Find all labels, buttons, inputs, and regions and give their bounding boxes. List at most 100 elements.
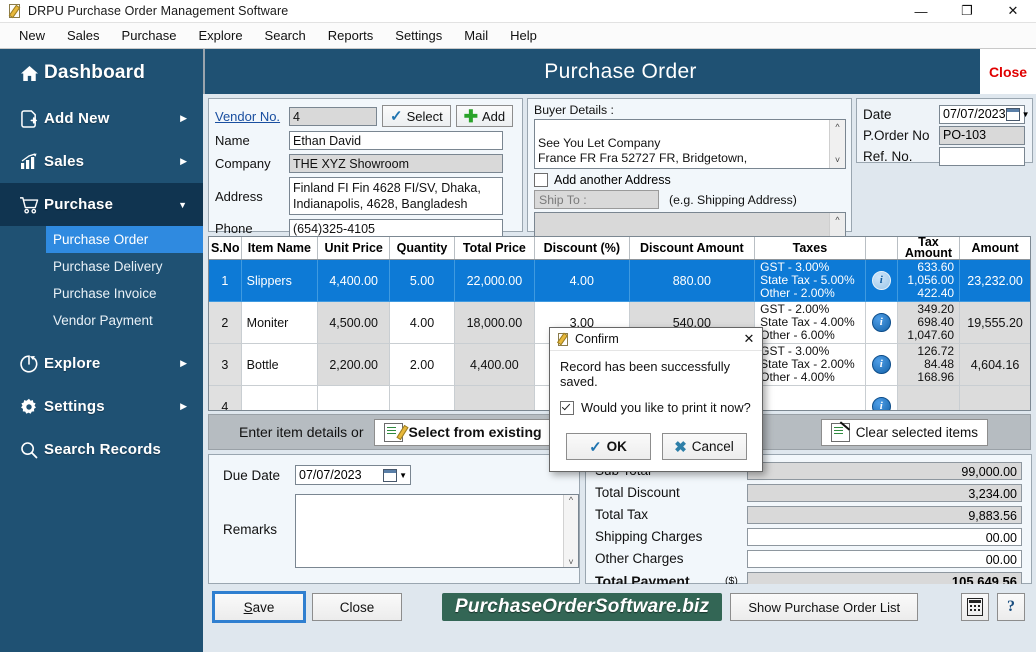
maximize-icon[interactable]: ❐ [944, 0, 990, 22]
buyer-details-textarea[interactable]: See You Let Company France FR Fra 52727 … [534, 119, 846, 169]
cell-quantity[interactable]: 2.00 [389, 343, 455, 386]
scroll-up-icon[interactable]: ^ [569, 495, 573, 505]
chevron-right-icon: ▶ [180, 401, 187, 411]
sidebar-item-purchase[interactable]: Purchase ▼ [0, 183, 203, 226]
cell-item-name[interactable]: Bottle [241, 343, 319, 386]
check-icon: ✓ [589, 438, 602, 456]
cell-quantity[interactable]: 5.00 [389, 259, 455, 302]
add-vendor-button[interactable]: ✚ Add [455, 105, 514, 127]
menu-new[interactable]: New [8, 25, 56, 46]
info-icon[interactable]: i [871, 271, 891, 290]
totals-row-other-charges: Other Charges 00.00 [595, 549, 1022, 568]
calendar-icon[interactable] [1005, 108, 1020, 121]
cell-item-name[interactable] [241, 385, 319, 410]
other-charges-input[interactable]: 00.00 [747, 549, 1022, 568]
cell-quantity[interactable]: 4.00 [389, 301, 455, 344]
vendor-no-input[interactable]: 4 [289, 106, 377, 126]
sidebar-item-settings[interactable]: Settings ▶ [0, 385, 203, 428]
scroll-down-icon[interactable]: ˅ [835, 153, 840, 168]
sidebar-item-add-new[interactable]: Add New ▶ [0, 97, 203, 140]
scroll-down-icon[interactable]: ˅ [568, 557, 573, 567]
scroll-up-icon[interactable]: ^ [835, 120, 839, 135]
clear-selected-items-button[interactable]: Clear selected items [820, 418, 988, 446]
po-number-label: P.Order No [863, 128, 930, 143]
cell-unit-price[interactable] [317, 385, 391, 410]
cell-quantity[interactable] [389, 385, 455, 410]
menu-sales[interactable]: Sales [56, 25, 111, 46]
menu-purchase[interactable]: Purchase [111, 25, 188, 46]
sidebar-subitem-purchase-order[interactable]: Purchase Order [46, 226, 203, 253]
dialog-close-icon[interactable]: ✕ [736, 328, 762, 350]
date-input[interactable]: 07/07/2023 ▼ [939, 105, 1029, 124]
info-icon[interactable]: i [871, 313, 891, 332]
remarks-textarea[interactable]: ^ ˅ [295, 494, 579, 568]
sidebar-label-explore: Explore [44, 355, 101, 372]
menu-settings[interactable]: Settings [384, 25, 453, 46]
minimize-icon[interactable]: — [898, 0, 944, 22]
sidebar-label-add-new: Add New [44, 110, 110, 127]
calculator-button[interactable] [961, 593, 989, 621]
ref-number-input[interactable] [939, 147, 1025, 166]
address-label: Address [215, 188, 263, 204]
cell-taxes[interactable] [754, 385, 866, 410]
cell-taxes[interactable]: GST - 2.00% State Tax - 4.00% Other - 6.… [754, 301, 866, 344]
sidebar-subitem-purchase-delivery[interactable]: Purchase Delivery [0, 253, 203, 280]
vendor-address-input[interactable]: Finland FI Fin 4628 FI/SV, Dhaka, Indian… [289, 177, 503, 215]
vendor-no-label[interactable]: Vendor No. [215, 109, 289, 124]
dialog-ok-label: OK [606, 439, 627, 454]
menu-help[interactable]: Help [499, 25, 548, 46]
vendor-name-input[interactable]: Ethan David [289, 131, 503, 150]
cell-taxes[interactable]: GST - 3.00% State Tax - 2.00% Other - 4.… [754, 343, 866, 386]
chevron-down-icon[interactable]: ▼ [1022, 105, 1030, 124]
totals-row-shipping-charges: Shipping Charges 00.00 [595, 527, 1022, 546]
cell-tax-info[interactable]: i [865, 385, 898, 410]
cell-taxes[interactable]: GST - 3.00% State Tax - 5.00% Other - 2.… [754, 259, 866, 302]
sidebar-subitem-vendor-payment[interactable]: Vendor Payment [0, 307, 203, 334]
table-row[interactable]: 1 Slippers 4,400.00 5.00 22,000.00 4.00 … [209, 259, 1030, 302]
info-icon[interactable]: i [871, 397, 891, 410]
cell-tax-info[interactable]: i [865, 343, 898, 386]
sidebar-item-search-records[interactable]: Search Records [0, 428, 203, 471]
add-address-checkbox[interactable] [534, 173, 548, 187]
cell-tax-info[interactable]: i [865, 301, 898, 344]
menu-mail[interactable]: Mail [453, 25, 499, 46]
close-icon[interactable]: ✕ [990, 0, 1036, 22]
select-from-existing-button[interactable]: Select from existing [373, 418, 552, 446]
menu-reports[interactable]: Reports [317, 25, 385, 46]
select-button-label: Select [406, 108, 443, 124]
menu-explore[interactable]: Explore [187, 25, 253, 46]
select-vendor-button[interactable]: ✓ Select [382, 105, 451, 127]
dialog-ok-button[interactable]: ✓ OK [565, 433, 651, 460]
cell-item-name[interactable]: Moniter [241, 301, 319, 344]
cell-item-name[interactable]: Slippers [241, 259, 319, 302]
menu-search[interactable]: Search [254, 25, 317, 46]
cell-unit-price[interactable]: 4,500.00 [317, 301, 391, 344]
dialog-cancel-button[interactable]: ✖ Cancel [661, 433, 747, 460]
cell-unit-price[interactable]: 4,400.00 [317, 259, 391, 302]
sidebar-item-explore[interactable]: Explore ▶ [0, 342, 203, 385]
chevron-down-icon[interactable]: ▼ [399, 471, 407, 480]
cell-discount-pct[interactable]: 4.00 [534, 259, 630, 302]
save-button[interactable]: Save [214, 593, 304, 621]
calendar-icon[interactable] [383, 468, 398, 482]
sidebar-item-dashboard[interactable]: Dashboard [0, 49, 203, 97]
page-close-button[interactable]: Close [980, 49, 1036, 94]
vendor-company-input[interactable]: THE XYZ Showroom [289, 154, 503, 173]
cell-tax-info[interactable]: i [865, 259, 898, 302]
po-number-input[interactable]: PO-103 [939, 126, 1025, 145]
scroll-up-icon[interactable]: ^ [835, 213, 839, 228]
cell-unit-price[interactable]: 2,200.00 [317, 343, 391, 386]
info-icon[interactable]: i [871, 355, 891, 374]
sidebar-subitem-purchase-invoice[interactable]: Purchase Invoice [0, 280, 203, 307]
date-value: 07/07/2023 [943, 107, 1006, 121]
remarks-scrollbar[interactable]: ^ ˅ [563, 495, 578, 567]
help-button[interactable]: ? [997, 593, 1025, 621]
close-button[interactable]: Close [312, 593, 402, 621]
buyer-details-scrollbar[interactable]: ^ ˅ [829, 120, 845, 168]
sidebar-item-sales[interactable]: Sales ▶ [0, 140, 203, 183]
show-purchase-order-list-button[interactable]: Show Purchase Order List [730, 593, 919, 621]
print-now-checkbox[interactable] [560, 400, 574, 415]
shipping-charges-input[interactable]: 00.00 [747, 527, 1022, 546]
due-date-input[interactable]: 07/07/2023 ▼ [295, 465, 411, 485]
ship-to-input[interactable]: Ship To : [534, 190, 659, 209]
